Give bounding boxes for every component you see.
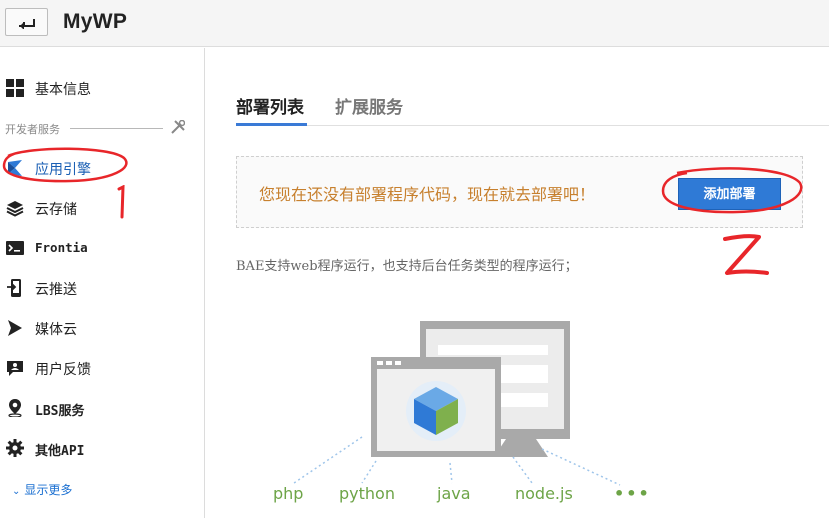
sidebar-item-label: Frontia [35, 240, 88, 255]
layers-icon [6, 201, 24, 217]
show-more-link[interactable]: ⌄ 显示更多 [12, 481, 72, 498]
sidebar-item-label: 媒体云 [35, 321, 77, 337]
language-label-python: python [339, 484, 395, 503]
section-divider [70, 128, 163, 129]
sidebar-item-other-api[interactable]: 其他API [0, 430, 204, 466]
show-more-label: 显示更多 [24, 483, 73, 497]
language-label-nodejs: node.js [515, 484, 573, 503]
tab-extension-services[interactable]: 扩展服务 [335, 93, 403, 118]
annotation-number-two [723, 234, 769, 275]
sidebar-item-frontia[interactable]: Frontia [0, 230, 204, 266]
language-label-php: php [273, 484, 304, 503]
sidebar-item-cloud-push[interactable]: 云推送 [0, 270, 204, 306]
language-label-more: ••• [614, 484, 651, 503]
empty-deploy-notice: 您现在还没有部署程序代码，现在就去部署吧！ 添加部署 [236, 156, 803, 228]
sidebar-item-label: 应用引擎 [35, 161, 91, 177]
section-label-developer: 开发者服务 [5, 124, 60, 136]
language-label-java: java [437, 484, 471, 503]
sidebar-item-label: 其他API [35, 444, 85, 459]
sidebar: 基本信息 开发者服务 应用引擎 云存储 Frontia 云推送 媒体云 用户反馈… [0, 48, 205, 518]
tab-bar: 部署列表 扩展服务 [236, 89, 829, 126]
terminal-icon [6, 241, 24, 255]
return-arrow-icon [19, 19, 35, 29]
tab-deploy-list[interactable]: 部署列表 [236, 93, 304, 118]
sidebar-item-app-engine[interactable]: 应用引擎 [0, 150, 204, 186]
app-engine-icon [8, 160, 22, 176]
notice-text: 您现在还没有部署程序代码，现在就去部署吧！ [259, 187, 596, 204]
gear-icon [6, 439, 24, 457]
tools-icon[interactable] [171, 120, 185, 134]
location-pin-icon [8, 399, 22, 417]
sidebar-item-cloud-storage[interactable]: 云存储 [0, 190, 204, 226]
sidebar-item-media-cloud[interactable]: 媒体云 [0, 310, 204, 346]
app-title: MyWP [63, 10, 128, 33]
chevron-down-icon: ⌄ [12, 486, 21, 497]
sidebar-item-label: 基本信息 [35, 81, 91, 97]
description-text: BAE支持web程序运行，也支持后台任务类型的程序运行； [236, 259, 578, 274]
sidebar-item-label: 用户反馈 [35, 361, 91, 377]
sidebar-item-user-feedback[interactable]: 用户反馈 [0, 350, 204, 386]
feedback-icon [7, 361, 23, 376]
sidebar-item-label: LBS服务 [35, 404, 85, 419]
sidebar-item-label: 云存储 [35, 201, 77, 217]
push-phone-icon [7, 279, 21, 297]
sidebar-item-lbs[interactable]: LBS服务 [0, 390, 204, 426]
back-button[interactable] [5, 8, 48, 36]
active-tab-indicator [236, 123, 307, 126]
add-deploy-button[interactable]: 添加部署 [678, 178, 781, 210]
top-header: MyWP [0, 0, 829, 47]
sidebar-item-basic-info[interactable]: 基本信息 [0, 70, 204, 106]
media-play-icon [8, 320, 22, 336]
sidebar-item-label: 云推送 [35, 281, 77, 297]
grid-icon [6, 79, 24, 97]
